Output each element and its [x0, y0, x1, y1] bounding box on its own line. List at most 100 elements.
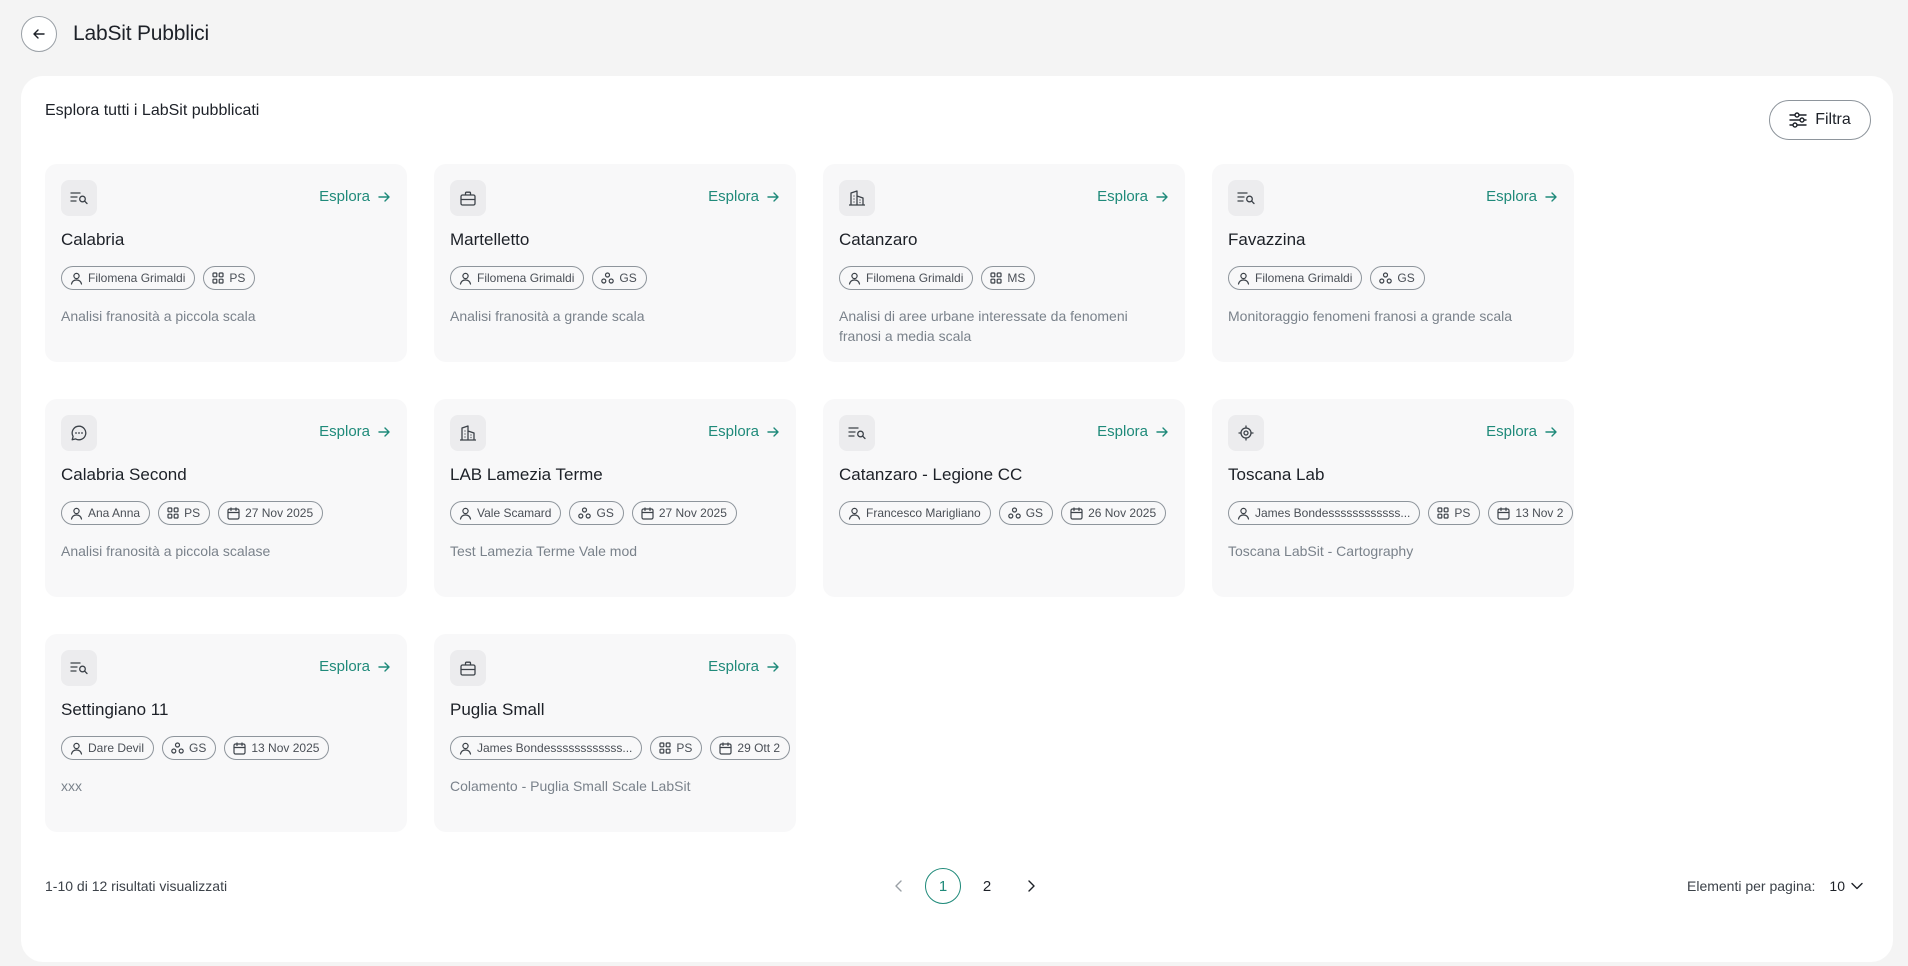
arrow-right-icon — [767, 661, 779, 672]
explore-link[interactable]: Esplora — [319, 423, 391, 440]
author-chip: Filomena Grimaldi — [1228, 266, 1363, 290]
author-chip: Filomena Grimaldi — [61, 266, 196, 290]
calendar-icon — [719, 741, 733, 755]
date-label: 27 Nov 2025 — [658, 506, 727, 520]
explore-link[interactable]: Esplora — [708, 188, 780, 205]
scale-chip: GS — [1370, 266, 1425, 290]
calendar-icon — [641, 506, 654, 520]
explore-link[interactable]: Esplora — [1097, 188, 1169, 205]
author-chip: Filomena Grimaldi — [839, 266, 974, 290]
date-chip: 27 Nov 2025 — [218, 501, 324, 525]
scale-chip: PS — [650, 736, 703, 760]
labsit-card[interactable]: Esplora Toscana Lab James Bondesssssssssss… — [1212, 399, 1574, 597]
explore-link[interactable]: Esplora — [1097, 423, 1169, 440]
list-search-icon — [61, 650, 97, 686]
author-chip: Filomena Grimaldi — [450, 266, 585, 290]
author-name: Francesco Marigliano — [866, 506, 981, 520]
filter-button[interactable]: Filtra — [1769, 100, 1871, 140]
explore-label: Esplora — [708, 658, 759, 675]
date-label: 27 Nov 2025 — [245, 506, 314, 520]
labsit-card[interactable]: Esplora Favazzina Filomena Grimaldi GS Monit… — [1212, 164, 1574, 362]
sliders-icon — [1789, 112, 1807, 128]
explore-link[interactable]: Esplora — [319, 658, 391, 675]
arrow-right-icon — [1156, 191, 1168, 202]
labsit-card[interactable]: Esplora Catanzaro - Legione CC Francesco M… — [823, 399, 1185, 597]
user-icon — [459, 742, 472, 755]
page-2-button[interactable]: 2 — [969, 868, 1005, 904]
labsit-card[interactable]: Esplora Puglia Small James Bondessssssssss… — [434, 634, 796, 832]
calendar-icon — [227, 506, 240, 520]
chevron-left-icon — [895, 880, 902, 892]
grid-icon — [990, 272, 1002, 284]
explore-label: Esplora — [1486, 188, 1537, 205]
page-1-button[interactable]: 1 — [925, 868, 961, 904]
card-description: Analisi di aree urbane interessate da fe… — [839, 308, 1128, 344]
card-title: Catanzaro — [839, 230, 918, 249]
labsit-card[interactable]: Esplora Martelletto Filomena Grimaldi GS Ana… — [434, 164, 796, 362]
explore-label: Esplora — [708, 188, 759, 205]
explore-link[interactable]: Esplora — [708, 658, 780, 675]
author-name: James Bondessssssssssss... — [477, 741, 633, 755]
arrow-right-icon — [1156, 426, 1168, 437]
calendar-icon — [1070, 506, 1083, 520]
explore-link[interactable]: Esplora — [708, 423, 780, 440]
page-title: LabSit Pubblici — [73, 22, 209, 45]
arrow-right-icon — [378, 426, 390, 437]
scale-chip: GS — [998, 501, 1054, 525]
scale-chip: GS — [592, 266, 647, 290]
date-label: 26 Nov 2025 — [1088, 506, 1157, 520]
back-button[interactable] — [21, 16, 57, 52]
card-title: Martelletto — [450, 230, 530, 249]
card-chips: Ana Anna PS 27 Nov 2025 — [61, 501, 324, 525]
prev-page-button[interactable] — [881, 868, 917, 904]
card-title: Calabria Second — [61, 465, 187, 484]
scale-label: PS — [229, 271, 246, 285]
author-name: Dare Devil — [88, 741, 145, 755]
chevron-right-icon — [1028, 880, 1035, 892]
card-chips: James Bondessssssssssss... PS 29 Ott 2 — [450, 736, 791, 760]
explore-label: Esplora — [319, 423, 370, 440]
card-chips: Dare Devil GS 13 Nov 2025 — [61, 736, 330, 760]
chat-icon — [61, 415, 97, 451]
author-name: Filomena Grimaldi — [1255, 271, 1353, 285]
arrow-right-icon — [767, 191, 779, 202]
result-count: 1-10 di 12 risultati visualizzati — [45, 878, 228, 894]
explore-link[interactable]: Esplora — [319, 188, 391, 205]
card-title: Settingiano 11 — [61, 700, 169, 719]
explore-link[interactable]: Esplora — [1486, 188, 1558, 205]
nodes-icon — [601, 272, 615, 284]
scale-label: GS — [1397, 271, 1415, 285]
author-name: Ana Anna — [88, 506, 141, 520]
author-chip: Vale Scamard — [450, 501, 562, 525]
briefcase-icon — [450, 650, 486, 686]
labsit-card[interactable]: Esplora Calabria Filomena Grimaldi PS Analis… — [45, 164, 407, 362]
user-icon — [459, 507, 472, 520]
labsit-card[interactable]: Esplora Catanzaro Filomena Grimaldi MS Anali… — [823, 164, 1185, 362]
list-search-icon — [61, 180, 97, 216]
scale-label: GS — [189, 741, 207, 755]
author-chip: Dare Devil — [61, 736, 155, 760]
calendar-icon — [1497, 506, 1511, 520]
per-page: Elementi per pagina: 10 — [1687, 878, 1863, 894]
labsit-card[interactable]: Esplora Calabria Second Ana Anna PS 27 Nov 2… — [45, 399, 407, 597]
card-description: Toscana LabSit - Cartography — [1228, 543, 1414, 559]
card-title: Catanzaro - Legione CC — [839, 465, 1023, 484]
labsit-card[interactable]: Esplora Settingiano 11 Dare Devil GS 13 Nov … — [45, 634, 407, 832]
card-description: Monitoraggio fenomeni franosi a grande s… — [1228, 308, 1513, 324]
card-description: Analisi franosità a piccola scala — [61, 308, 256, 324]
labsit-card[interactable]: Esplora LAB Lamezia Terme Vale Scamard GS 27… — [434, 399, 796, 597]
card-chips: Filomena Grimaldi PS — [61, 266, 256, 290]
card-chips: Filomena Grimaldi GS — [450, 266, 647, 290]
arrow-left-icon — [33, 29, 45, 39]
scale-chip: PS — [203, 266, 256, 290]
per-page-select[interactable]: 10 — [1829, 878, 1863, 894]
grid-icon — [659, 742, 671, 754]
explore-label: Esplora — [1097, 423, 1148, 440]
card-title: Toscana Lab — [1228, 465, 1325, 484]
explore-link[interactable]: Esplora — [1486, 423, 1558, 440]
scale-label: PS — [184, 506, 201, 520]
scale-label: MS — [1007, 271, 1026, 285]
user-icon — [70, 507, 83, 520]
user-icon — [1237, 507, 1250, 520]
next-page-button[interactable] — [1013, 868, 1049, 904]
